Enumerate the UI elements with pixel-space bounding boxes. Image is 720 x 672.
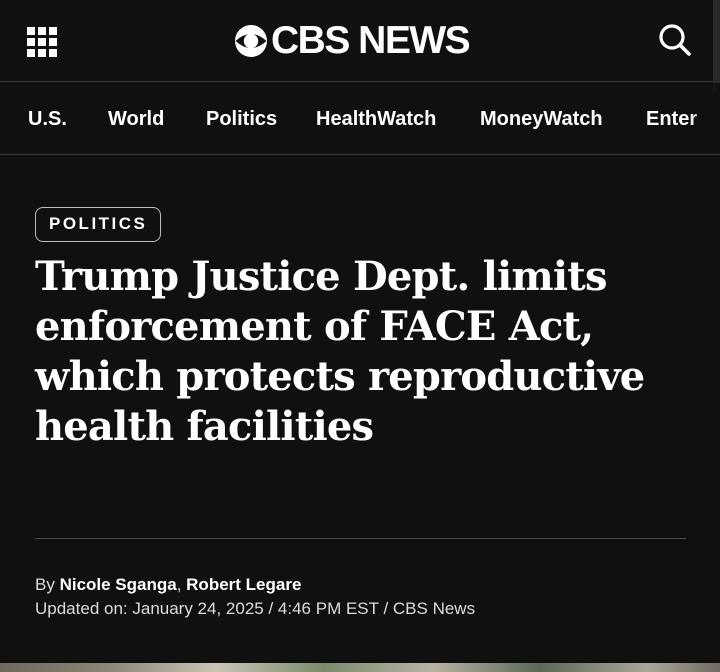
author-link[interactable]: Nicole Sganga — [60, 575, 177, 594]
article-source: CBS News — [392, 599, 476, 618]
nav-item-us[interactable]: U.S. — [28, 107, 67, 131]
nav-item-healthwatch[interactable]: HealthWatch — [316, 107, 436, 131]
cbs-eye-icon — [235, 25, 267, 57]
grid-menu-icon[interactable] — [27, 27, 57, 57]
top-bar: CBS NEWS — [0, 0, 720, 82]
updated-label: Updated on: — [35, 599, 133, 618]
updated-date: January 24, 2025 — [132, 599, 264, 618]
updated-separator: / — [378, 599, 393, 618]
author-link[interactable]: Robert Legare — [186, 575, 301, 594]
nav-item-moneywatch[interactable]: MoneyWatch — [480, 107, 603, 131]
updated-time: 4:46 PM EST — [277, 599, 379, 618]
lead-image — [0, 663, 720, 672]
section-nav: U.S. World Politics HealthWatch MoneyWat… — [0, 83, 720, 155]
category-badge[interactable]: POLITICS — [35, 207, 162, 242]
byline-prefix: By — [35, 575, 60, 594]
updated-separator: / — [263, 599, 278, 618]
cbs-news-logo[interactable]: CBS NEWS — [234, 19, 471, 62]
search-icon[interactable] — [657, 22, 693, 58]
divider — [35, 538, 686, 539]
updated-timestamp: Updated on: January 24, 2025 / 4:46 PM E… — [35, 598, 475, 620]
scrollbar-track[interactable] — [713, 0, 720, 92]
nav-item-world[interactable]: World — [108, 107, 164, 131]
nav-item-politics[interactable]: Politics — [206, 107, 277, 131]
author-separator: , — [176, 575, 187, 594]
nav-overflow-fade — [690, 83, 720, 154]
article-headline: Trump Justice Dept. limits enforcement o… — [35, 253, 645, 450]
brand-name: CBS NEWS — [271, 19, 471, 62]
byline: By Nicole Sganga, Robert Legare — [35, 574, 301, 596]
